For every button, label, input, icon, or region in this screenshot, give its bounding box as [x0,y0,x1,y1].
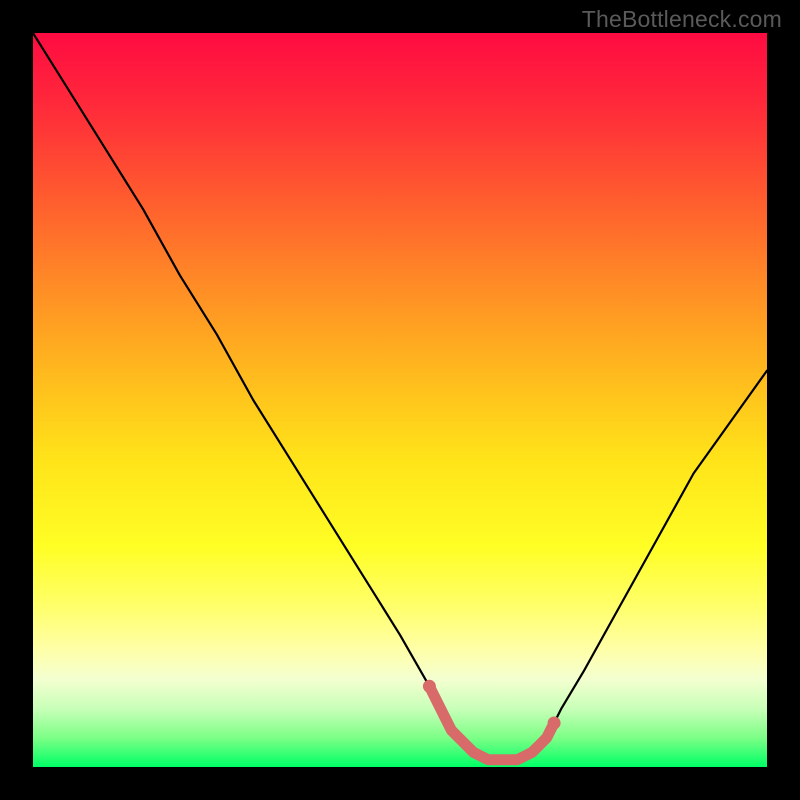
chart-svg [33,33,767,767]
curve-line [33,33,767,760]
watermark-label: TheBottleneck.com [582,6,782,33]
chart-plot-area [33,33,767,767]
valley-marker-path [429,686,554,759]
valley-marker-dot [548,717,561,730]
valley-marker-group [423,680,561,760]
valley-marker-dot [423,680,436,693]
bottleneck-curve [33,33,767,760]
